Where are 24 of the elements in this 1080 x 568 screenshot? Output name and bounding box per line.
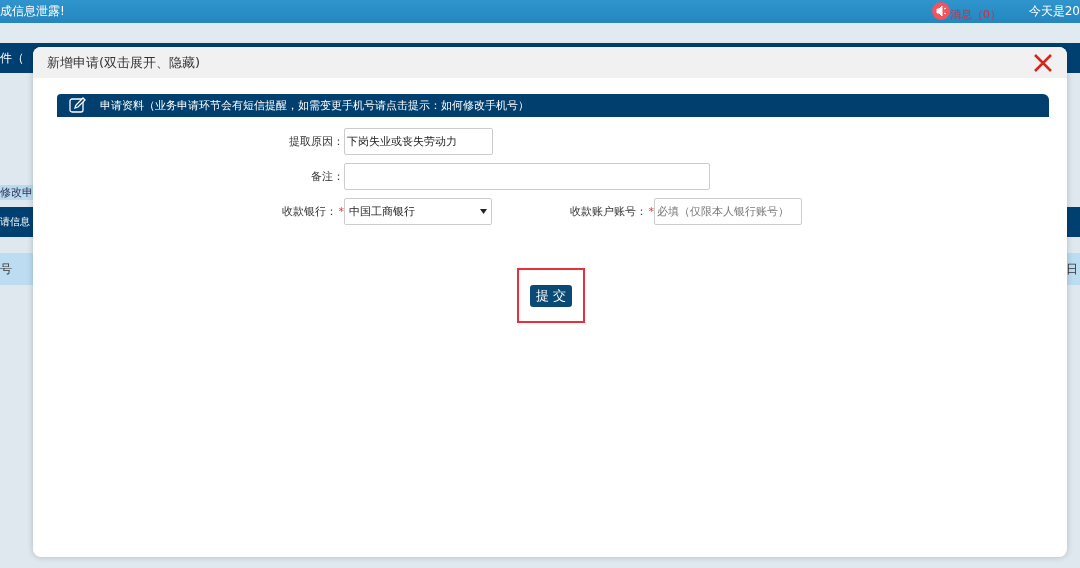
field-label: 收款账户账号： (569, 204, 647, 219)
required-mark: * (338, 205, 344, 218)
bank-select[interactable]: 中国工商银行 (344, 198, 492, 225)
section-text: 申请资料（业务申请环节会有短信提醒，如需变更手机号请点击提示：如何修改手机号） (100, 98, 529, 113)
column-header: 日 (1066, 260, 1078, 278)
field-label: 提取原因： (289, 134, 344, 149)
close-icon[interactable] (1033, 52, 1053, 73)
edit-link[interactable]: 修改申 (0, 185, 33, 200)
column-header: 号 (0, 260, 12, 278)
dialog-title: 新增申请(双击展开、隐藏) (47, 53, 201, 72)
required-mark: * (648, 205, 654, 218)
submit-button[interactable]: 提交 (529, 284, 572, 307)
input-field[interactable]: 必填（仅限本人银行账号） (654, 198, 802, 225)
caret-icon (480, 209, 487, 214)
input-field[interactable]: 下岗失业或丧失劳动力 (344, 128, 493, 155)
speaker-icon (931, 1, 950, 20)
notice-text: 成信息泄露! (0, 3, 66, 20)
section-title: 请信息 (0, 215, 30, 229)
field-label: 备注： (311, 169, 344, 184)
input-field[interactable] (344, 163, 710, 190)
panel-title: 件（ (0, 49, 24, 67)
date-text: 今天是20 (1028, 3, 1080, 20)
field-label: 收款银行： (281, 204, 337, 219)
edit-icon (69, 97, 86, 114)
